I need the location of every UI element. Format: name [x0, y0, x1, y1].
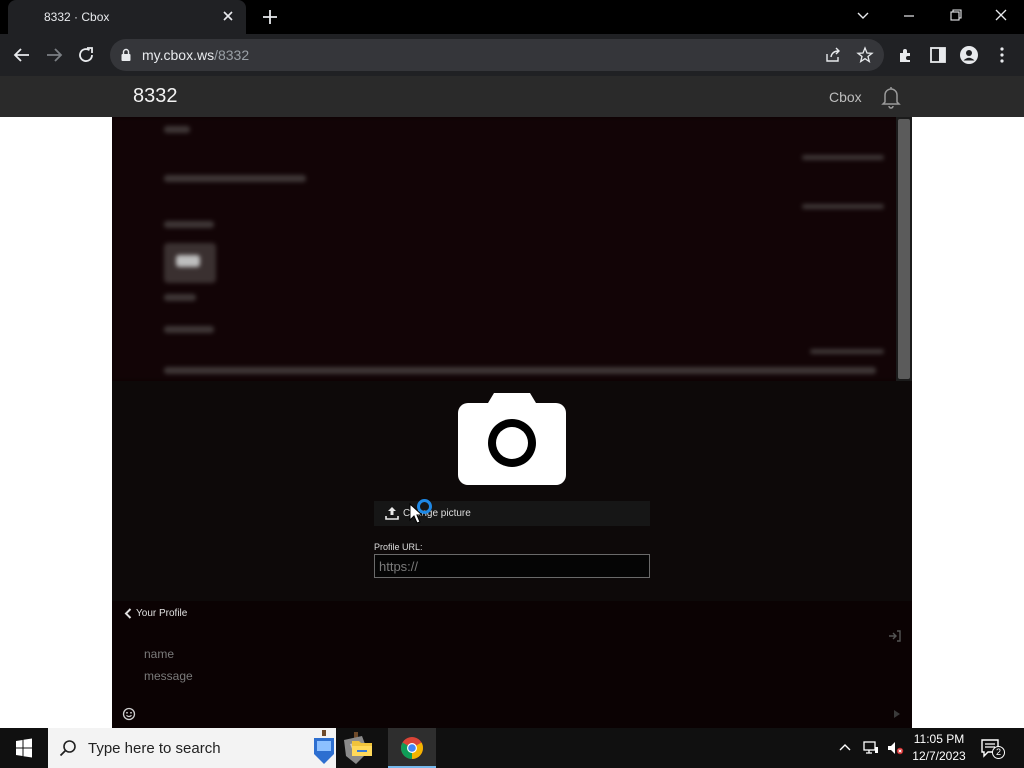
- taskbar-clock[interactable]: 11:05 PM 12/7/2023: [908, 731, 970, 765]
- browser-tab[interactable]: 8332 · Cbox: [8, 0, 246, 34]
- share-icon[interactable]: [824, 46, 842, 64]
- scrollbar-thumb[interactable]: [898, 119, 910, 379]
- page-title: 8332: [133, 85, 178, 107]
- login-icon[interactable]: [888, 629, 902, 643]
- upload-icon: [385, 507, 399, 520]
- clock-time: 11:05 PM: [913, 732, 965, 746]
- emoji-icon[interactable]: [122, 707, 136, 721]
- blurred-message-line: [164, 294, 196, 301]
- taskbar-chrome[interactable]: [388, 728, 436, 768]
- new-tab-icon[interactable]: [260, 7, 280, 27]
- blurred-message-line: [164, 221, 214, 228]
- blurred-timestamp: [810, 349, 884, 354]
- profile-url-label: Profile URL:: [374, 542, 423, 552]
- bell-icon[interactable]: [878, 84, 904, 110]
- message-input[interactable]: [144, 667, 874, 685]
- chrome-icon: [401, 737, 423, 759]
- side-panel-icon[interactable]: [928, 45, 948, 65]
- profile-url-input[interactable]: [374, 554, 650, 578]
- blurred-message-line: [164, 126, 190, 133]
- address-bar[interactable]: my.cbox.ws/8332: [110, 39, 884, 71]
- message-list: [112, 117, 902, 381]
- action-center-button[interactable]: 2: [980, 737, 1005, 759]
- chat-box: Change picture Profile URL: Your Profile: [112, 117, 912, 728]
- search-icon: [59, 740, 76, 757]
- windows-taskbar: Type here to search 11:05 PM 12/7/2023 2: [0, 728, 1024, 768]
- reload-icon[interactable]: [76, 45, 96, 65]
- network-icon[interactable]: [862, 739, 880, 757]
- url-text: my.cbox.ws/8332: [142, 47, 250, 63]
- search-placeholder: Type here to search: [88, 740, 221, 757]
- blurred-timestamp: [802, 155, 884, 160]
- extensions-icon[interactable]: [896, 45, 916, 65]
- browser-tab-strip: 8332 · Cbox: [0, 0, 1024, 34]
- your-profile-link[interactable]: Your Profile: [124, 608, 187, 619]
- forward-icon[interactable]: [44, 45, 64, 65]
- notification-count-badge: 2: [992, 746, 1005, 759]
- send-arrow-icon[interactable]: [892, 709, 902, 719]
- chat-scrollbar[interactable]: [896, 117, 912, 381]
- clock-date: 12/7/2023: [912, 749, 966, 763]
- post-form: Your Profile: [112, 601, 912, 728]
- back-icon[interactable]: [12, 45, 32, 65]
- bookmark-star-icon[interactable]: [856, 46, 874, 64]
- blurred-message-line: [164, 175, 306, 182]
- blurred-message-line: [164, 367, 876, 374]
- taskbar-file-explorer[interactable]: [338, 728, 386, 768]
- web-page: 8332 Cbox Change picture Profile URL: ht…: [0, 76, 1024, 728]
- tab-title: 8332 · Cbox: [44, 10, 110, 24]
- mouse-pointer-icon: [409, 503, 423, 524]
- restore-icon[interactable]: [943, 6, 967, 26]
- blurred-message-line: [164, 326, 214, 333]
- close-tab-icon[interactable]: [220, 8, 236, 24]
- cbox-link[interactable]: Cbox: [829, 89, 862, 105]
- show-hidden-icons-chevron-icon[interactable]: [838, 741, 852, 755]
- taskbar-search-box[interactable]: Type here to search: [48, 728, 368, 768]
- blurred-image-highlight: [176, 255, 200, 267]
- minimize-icon[interactable]: [897, 6, 921, 26]
- chrome-menu-icon[interactable]: [992, 45, 1012, 65]
- volume-muted-icon[interactable]: [886, 739, 904, 757]
- browser-toolbar: my.cbox.ws/8332: [0, 34, 1024, 76]
- close-window-icon[interactable]: [989, 6, 1013, 26]
- lock-icon[interactable]: [120, 48, 132, 62]
- system-tray: [838, 728, 908, 768]
- your-profile-label: Your Profile: [136, 608, 188, 620]
- blurred-timestamp: [802, 204, 884, 209]
- camera-icon[interactable]: [458, 391, 566, 485]
- profile-picture-panel: Change picture Profile URL:: [112, 381, 912, 601]
- chevron-left-icon: [124, 608, 132, 619]
- windows-start-icon[interactable]: [0, 728, 48, 768]
- cbox-header: 8332 Cbox: [0, 76, 1024, 117]
- folder-icon: [352, 741, 372, 756]
- tab-search-chevron-icon[interactable]: [851, 6, 875, 26]
- profile-avatar-icon[interactable]: [959, 45, 979, 65]
- name-input[interactable]: [144, 645, 874, 663]
